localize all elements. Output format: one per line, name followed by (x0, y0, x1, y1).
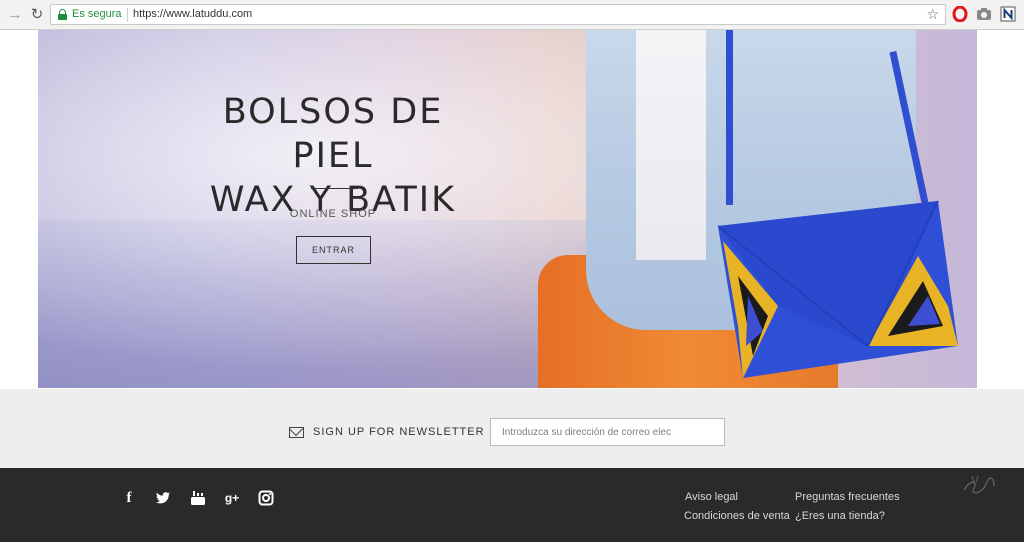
hero-divider (311, 188, 358, 189)
blue-leather-bag-image (718, 200, 958, 378)
n-extension-icon[interactable] (1000, 6, 1016, 22)
opera-extension-icon[interactable] (952, 6, 968, 22)
signature-logo-icon (963, 475, 995, 494)
hero-subtitle: ONLINE SHOP (289, 208, 377, 220)
camera-extension-icon[interactable] (976, 6, 992, 22)
address-bar[interactable]: Es segura https://www.latuddu.com ☆ (50, 4, 946, 25)
footer-link-tienda[interactable]: ¿Eres una tienda? (795, 510, 885, 522)
enter-button[interactable]: ENTRAR (296, 236, 371, 264)
newsletter-label: SIGN UP FOR NEWSLETTER (313, 426, 485, 438)
footer-link-preguntas[interactable]: Preguntas frecuentes (795, 491, 900, 503)
footer-link-condiciones[interactable]: Condiciones de venta (684, 510, 790, 522)
instagram-icon[interactable] (258, 490, 274, 506)
footer: f g+ Aviso legal Condiciones de venta Pr… (0, 468, 1024, 542)
facebook-icon[interactable]: f (121, 490, 137, 506)
back-arrow-icon[interactable]: → (6, 6, 24, 24)
hero-title: BOLSOS DE PIEL WAX Y BATIK (178, 90, 488, 222)
url-separator (127, 8, 128, 22)
bookmark-star-icon[interactable]: ☆ (926, 6, 939, 23)
browser-toolbar: → ↻ Es segura https://www.latuddu.com ☆ (0, 0, 1024, 30)
envelope-icon (289, 427, 304, 438)
footer-link-aviso-legal[interactable]: Aviso legal (685, 491, 738, 503)
secure-label: Es segura (72, 8, 122, 20)
hero-banner: BOLSOS DE PIEL WAX Y BATIK ONLINE SHOP E… (38, 30, 977, 388)
reload-icon[interactable]: ↻ (28, 6, 46, 24)
lock-icon (58, 9, 67, 20)
google-plus-icon[interactable]: g+ (224, 490, 240, 506)
url-text[interactable]: https://www.latuddu.com (133, 8, 252, 20)
bag-strap (726, 30, 733, 205)
newsletter-section: SIGN UP FOR NEWSLETTER (0, 389, 1024, 468)
youtube-icon[interactable] (190, 490, 206, 506)
hero-title-line-1: BOLSOS DE PIEL (222, 92, 444, 176)
twitter-icon[interactable] (155, 490, 171, 506)
newsletter-email-input[interactable] (490, 418, 725, 446)
hero-white-top (636, 30, 706, 260)
